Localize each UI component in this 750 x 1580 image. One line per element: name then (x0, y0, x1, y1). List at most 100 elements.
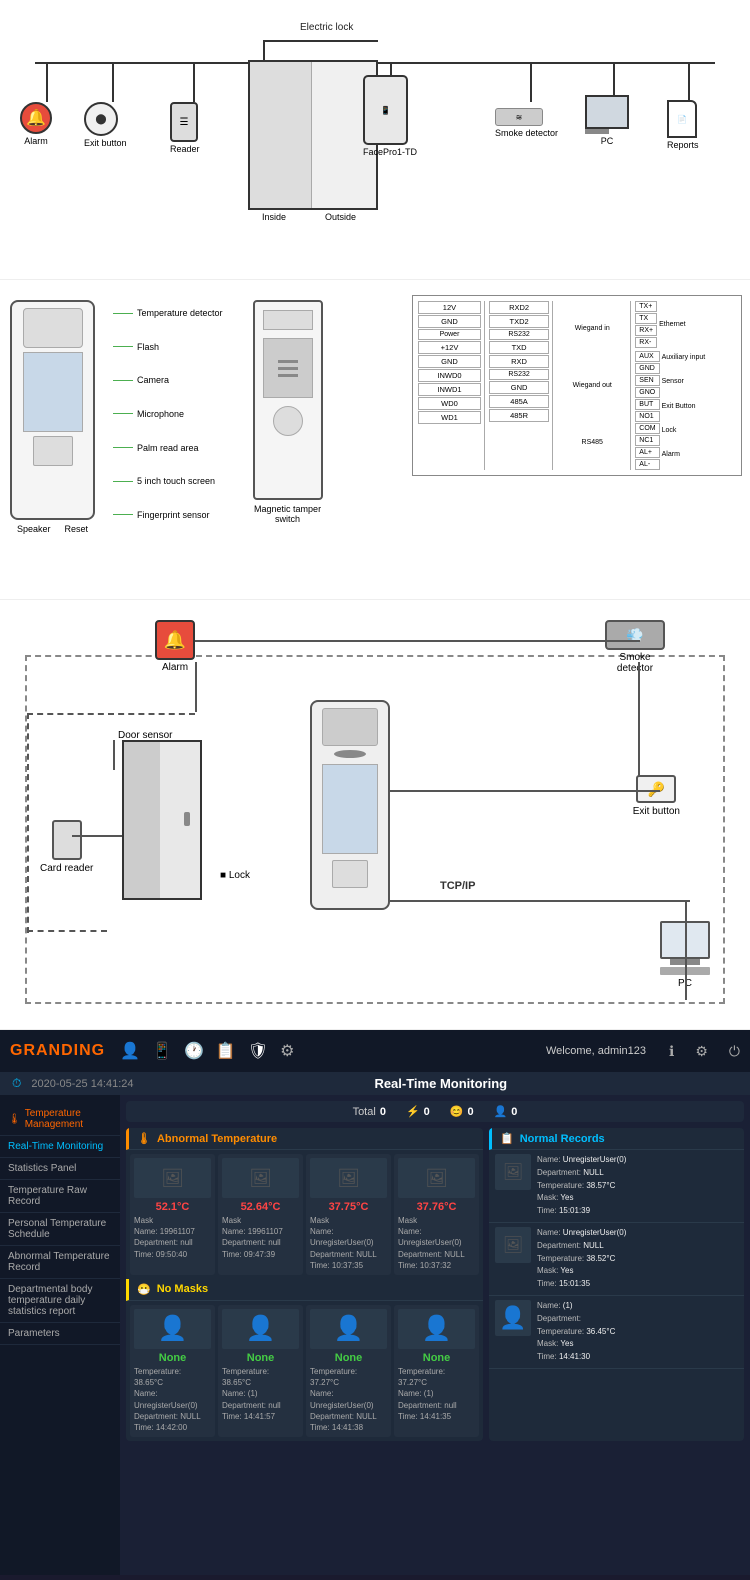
card4-photo: 🖼 (398, 1158, 475, 1198)
app-body: 🌡 Temperature Management Real-Time Monit… (0, 1095, 750, 1575)
s3-lock-label: ■ Lock (220, 870, 250, 881)
sidebar-item-abnormal[interactable]: Abnormal Temperature Record (0, 1246, 120, 1279)
record1-photo: 🖼 (495, 1154, 531, 1190)
s3-door (122, 740, 202, 900)
camera-label: Camera (137, 375, 169, 385)
s1-smoke: ≋ Smoke detector (495, 108, 558, 138)
outside-label: Outside (325, 212, 356, 222)
touch-screen-label: 5 inch touch screen (137, 476, 215, 486)
app-nav: GRANDING 👤 📱 🕐 📋 🛡 ⚙ Welcome, admin123 ℹ… (0, 1030, 750, 1072)
device-front-view: Speaker Reset (10, 300, 95, 534)
s3-exit-btn: 🔑 Exit button (633, 775, 680, 817)
s3-alarm: 🔔 Alarm (155, 620, 195, 673)
card4-meta: Mask Name: UnregisterUser(0) Department:… (398, 1215, 475, 1271)
door-shape (248, 60, 378, 210)
card2-photo: 🖼 (222, 1158, 299, 1198)
reports-label: Reports (667, 140, 699, 150)
temp-card-3: 🖼 37.75°C Mask Name: UnregisterUser(0) D… (306, 1154, 391, 1275)
s1-exit-button: ⬤ Exit button (84, 102, 127, 148)
fingerprint-label: Fingerprint sensor (137, 510, 210, 520)
warning-value: 0 (424, 1106, 430, 1118)
warning-stat: ⚡ 0 (406, 1105, 430, 1118)
card3-photo: 🖼 (310, 1158, 387, 1198)
nav-phone-icon[interactable]: 📱 (152, 1041, 172, 1061)
nav-user-icon[interactable]: 👤 (120, 1041, 140, 1061)
device-feature-labels: Temperature detector Flash Camera Microp… (113, 300, 223, 520)
wiring-diagram: 12V GND Power +12V GND INWD0 INWD1 WD0 W… (412, 295, 742, 476)
exit-button-label: Exit button (84, 138, 127, 148)
flash-label: Flash (137, 342, 159, 352)
face-stat: 😊 0 (450, 1105, 474, 1118)
timestamp-bar: ⏱ 2020-05-25 14:41:24 Real-Time Monitori… (0, 1072, 750, 1095)
sidebar-item-personal-temp[interactable]: Personal Temperature Schedule (0, 1213, 120, 1246)
record3-meta: Name: (1) Department: Temperature: 36.45… (537, 1300, 615, 1364)
nm-card2-photo: 👤 (222, 1309, 299, 1349)
section2-device-diagram: Speaker Reset Temperature detector Flash… (0, 280, 750, 600)
record-item-3: 👤 Name: (1) Department: Temperature: 36.… (489, 1296, 744, 1369)
sidebar-item-statistics[interactable]: Statistics Panel (0, 1158, 120, 1180)
sidebar-item-raw-record[interactable]: Temperature Raw Record (0, 1180, 120, 1213)
no-mask-card-2: 👤 None Temperature: 38.65°C Name: (1) De… (218, 1305, 303, 1437)
nm-card4-meta: Temperature: 37.27°C Name: (1) Departmen… (398, 1366, 475, 1422)
nav-gear-icon[interactable]: ⚙ (280, 1041, 294, 1061)
magnetic-tamper-label: Magnetic tamper switch (253, 504, 323, 524)
reset-label: Reset (64, 524, 88, 534)
app-sidebar: 🌡 Temperature Management Real-Time Monit… (0, 1095, 120, 1575)
s3-smoke: 💨 Smoke detector (605, 620, 665, 674)
face-value: 0 (467, 1106, 473, 1118)
abnormal-card-grid: 🖼 52.1°C Mask Name: 19961107 Department:… (126, 1150, 483, 1279)
electric-lock-label: Electric lock (300, 22, 353, 33)
s1-pc: PC (585, 95, 629, 146)
nav-clock-icon[interactable]: 🕐 (184, 1041, 204, 1061)
person-value: 0 (511, 1106, 517, 1118)
sidebar-item-dept-stats[interactable]: Departmental body temperature daily stat… (0, 1279, 120, 1323)
card1-meta: Mask Name: 19961107 Department: null Tim… (134, 1215, 211, 1260)
nav-shield-icon[interactable]: 🛡 (248, 1041, 268, 1061)
microphone-label: Microphone (137, 409, 184, 419)
temp-card-2: 🖼 52.64°C Mask Name: 19961107 Department… (218, 1154, 303, 1275)
total-value: 0 (380, 1106, 386, 1118)
no-masks-header: 😷 No Masks (126, 1279, 483, 1301)
s1-reader: ☰ Reader (170, 102, 200, 154)
settings-icon[interactable]: ⚙ (695, 1043, 708, 1060)
no-mask-card-3: 👤 None Temperature: 37.27°C Name: Unregi… (306, 1305, 391, 1437)
card2-meta: Mask Name: 19961107 Department: null Tim… (222, 1215, 299, 1260)
left-panel: 🌡 Abnormal Temperature 🖼 52.1°C Mask Nam… (126, 1128, 483, 1441)
app-main-content: Total 0 ⚡ 0 😊 0 👤 0 (120, 1095, 750, 1575)
no-mask-card-1: 👤 None Temperature: 38.65°C Name: Unregi… (130, 1305, 215, 1437)
sidebar-top-item: Temperature Management (25, 1108, 112, 1130)
record2-photo: 🖼 (495, 1227, 531, 1263)
panels-row: 🌡 Abnormal Temperature 🖼 52.1°C Mask Nam… (126, 1128, 744, 1441)
nm-card2-label: None (222, 1352, 299, 1364)
record3-photo: 👤 (495, 1300, 531, 1336)
device-back-view: Magnetic tamper switch (253, 300, 323, 524)
s3-alarm-label: Alarm (162, 662, 188, 673)
nm-card1-photo: 👤 (134, 1309, 211, 1349)
card3-temp: 37.75°C (310, 1201, 387, 1213)
s3-tcp-label: TCP/IP (440, 880, 475, 892)
card1-photo: 🖼 (134, 1158, 211, 1198)
record1-meta: Name: UnregisterUser(0) Department: NULL… (537, 1154, 626, 1218)
nm-card1-label: None (134, 1352, 211, 1364)
sidebar-item-realtime[interactable]: Real-Time Monitoring (0, 1136, 120, 1158)
temp-card-4: 🖼 37.76°C Mask Name: UnregisterUser(0) D… (394, 1154, 479, 1275)
nav-clipboard-icon[interactable]: 📋 (216, 1041, 236, 1061)
smoke-label: Smoke detector (495, 128, 558, 138)
temp-mgmt-icon: 🌡 (8, 1114, 21, 1125)
nm-card4-photo: 👤 (398, 1309, 475, 1349)
card3-meta: Mask Name: UnregisterUser(0) Department:… (310, 1215, 387, 1271)
power-icon[interactable]: ⏻ (729, 1043, 740, 1060)
section4-dashboard: GRANDING 👤 📱 🕐 📋 🛡 ⚙ Welcome, admin123 ℹ… (0, 1030, 750, 1580)
nav-icons[interactable]: 👤 📱 🕐 📋 🛡 ⚙ (120, 1041, 531, 1061)
welcome-text: Welcome, admin123 (546, 1045, 646, 1057)
s3-exit-btn-label: Exit button (633, 806, 680, 817)
sidebar-item-parameters[interactable]: Parameters (0, 1323, 120, 1345)
app-logo: GRANDING (10, 1042, 105, 1060)
record2-meta: Name: UnregisterUser(0) Department: NULL… (537, 1227, 626, 1291)
help-icon[interactable]: ℹ (669, 1043, 674, 1060)
no-mask-card-grid: 👤 None Temperature: 38.65°C Name: Unregi… (126, 1301, 483, 1441)
s3-main-device (310, 700, 390, 910)
nm-card4-label: None (398, 1352, 475, 1364)
main-title: Real-Time Monitoring (144, 1076, 738, 1091)
section3-connection-diagram: 🔔 Alarm 💨 Smoke detector Door sensor Car… (0, 600, 750, 1030)
